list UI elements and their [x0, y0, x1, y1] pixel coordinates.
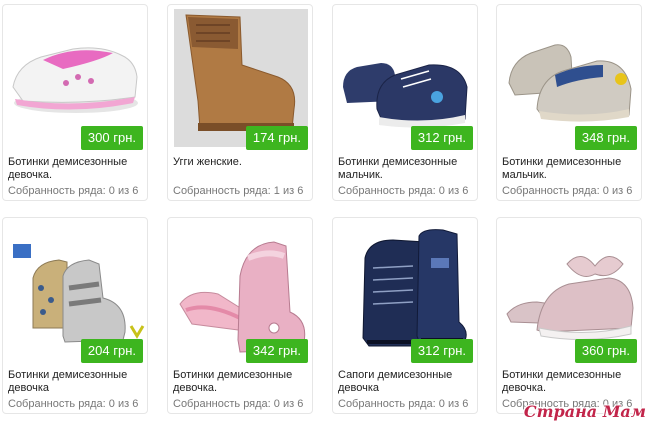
product-grid: 300 грн. Ботинки демисезонные девочка. С… — [0, 0, 650, 423]
product-title[interactable]: Ботинки демисезонные мальчик. — [502, 156, 637, 182]
price-badge: 174 грн. — [245, 126, 308, 150]
row-status: Собранность ряда: 0 из 6 — [173, 398, 304, 410]
row-status: Собранность ряда: 1 из 6 — [173, 185, 304, 197]
product-card[interactable]: 342 грн. Ботинки демисезонные девочка. С… — [167, 217, 313, 414]
price-badge: 300 грн. — [80, 126, 143, 150]
product-card[interactable]: 360 грн. Ботинки демисезонные девочка. С… — [496, 217, 642, 414]
product-card[interactable]: 312 грн. Ботинки демисезонные мальчик. С… — [332, 4, 478, 201]
price-badge: 204 грн. — [80, 339, 143, 363]
product-title[interactable]: Ботинки демисезонные девочка. — [8, 156, 143, 182]
product-title[interactable]: Сапоги демисезонные девочка — [338, 369, 473, 395]
product-card[interactable]: 300 грн. Ботинки демисезонные девочка. С… — [2, 4, 148, 201]
product-card[interactable]: 312 грн. Сапоги демисезонные девочка Соб… — [332, 217, 478, 414]
price-badge: 342 грн. — [245, 339, 308, 363]
product-title[interactable]: Ботинки демисезонные девочка — [8, 369, 143, 395]
product-title[interactable]: Ботинки демисезонные девочка. — [173, 369, 308, 395]
price-badge: 360 грн. — [574, 339, 637, 363]
product-card[interactable]: 348 грн. Ботинки демисезонные мальчик. С… — [496, 4, 642, 201]
site-watermark: Страна Мам — [523, 402, 646, 421]
product-title[interactable]: Угги женские. — [173, 156, 308, 169]
product-title[interactable]: Ботинки демисезонные девочка. — [502, 369, 637, 395]
price-badge: 348 грн. — [574, 126, 637, 150]
product-card[interactable]: 174 грн. Угги женские. Собранность ряда:… — [167, 4, 313, 201]
row-status: Собранность ряда: 0 из 6 — [502, 185, 633, 197]
product-card[interactable]: 204 грн. Ботинки демисезонные девочка Со… — [2, 217, 148, 414]
row-status: Собранность ряда: 0 из 6 — [338, 185, 469, 197]
row-status: Собранность ряда: 0 из 6 — [338, 398, 469, 410]
price-badge: 312 грн. — [410, 126, 473, 150]
price-badge: 312 грн. — [410, 339, 473, 363]
row-status: Собранность ряда: 0 из 6 — [8, 398, 139, 410]
row-status: Собранность ряда: 0 из 6 — [8, 185, 139, 197]
product-title[interactable]: Ботинки демисезонные мальчик. — [338, 156, 473, 182]
